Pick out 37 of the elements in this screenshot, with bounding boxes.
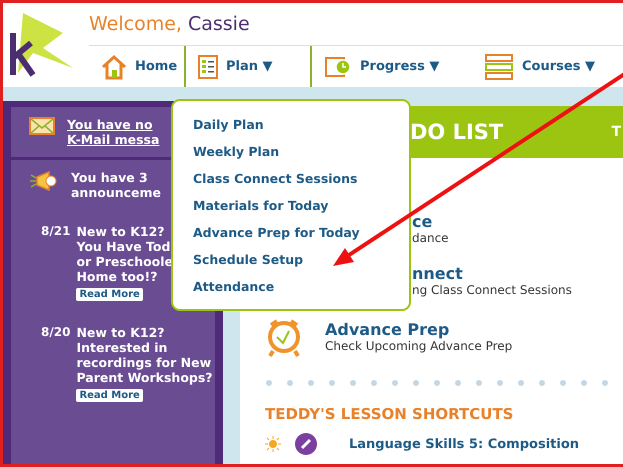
- alarm-clock-icon: [265, 316, 303, 356]
- user-name: Cassie: [188, 13, 250, 35]
- sun-icon: [265, 436, 281, 452]
- todo-item-title[interactable]: Advance Prep: [325, 320, 512, 339]
- shortcuts-title: TEDDY'S LESSON SHORTCUTS: [265, 405, 514, 423]
- todo-item-subtitle: dance: [412, 230, 449, 244]
- checklist-icon: [198, 54, 218, 78]
- menu-item[interactable]: Class Connect Sessions: [193, 169, 409, 188]
- kmail-link[interactable]: You have no K-Mail messa: [67, 117, 160, 147]
- menu-item[interactable]: Daily Plan: [193, 115, 409, 134]
- menu-item[interactable]: Materials for Today: [193, 196, 409, 215]
- menu-item[interactable]: Attendance: [193, 277, 409, 296]
- megaphone-icon: [29, 170, 59, 192]
- envelope-icon: [29, 117, 55, 135]
- pencil-icon: [295, 433, 317, 455]
- read-more-button[interactable]: Read More: [76, 389, 143, 402]
- todo-item-title[interactable]: ce: [412, 212, 449, 230]
- news-date: 8/21: [41, 224, 70, 240]
- house-icon: [101, 54, 127, 80]
- menu-item[interactable]: Weekly Plan: [193, 142, 409, 161]
- welcome-text: Welcome,: [89, 13, 182, 35]
- todo-title: DO LIST: [410, 120, 504, 144]
- header-text: T: [611, 124, 621, 140]
- announcements-text: You have 3 announceme: [71, 170, 162, 200]
- nav-tab[interactable]: Plan ▼: [184, 46, 312, 87]
- news-title: New to K12? Interested in recordings for New Parent Workshops?: [76, 325, 213, 385]
- todo-item-subtitle: ng Class Connect Sessions: [412, 282, 572, 296]
- news-date: 8/20: [41, 325, 70, 341]
- news-title: New to K12? You Have Tod or Preschoole Home too!?: [76, 224, 174, 284]
- lesson-link[interactable]: Language Skills 5: Composition: [349, 436, 580, 452]
- todo-item-subtitle: Check Upcoming Advance Prep: [325, 339, 512, 353]
- menu-item[interactable]: Schedule Setup: [193, 250, 409, 269]
- todo-item-title[interactable]: nnect: [412, 264, 572, 282]
- document-clock-icon: [324, 54, 352, 78]
- read-more-button[interactable]: Read More: [76, 288, 143, 301]
- books-icon: [484, 54, 514, 80]
- menu-item[interactable]: Advance Prep for Today: [193, 223, 409, 242]
